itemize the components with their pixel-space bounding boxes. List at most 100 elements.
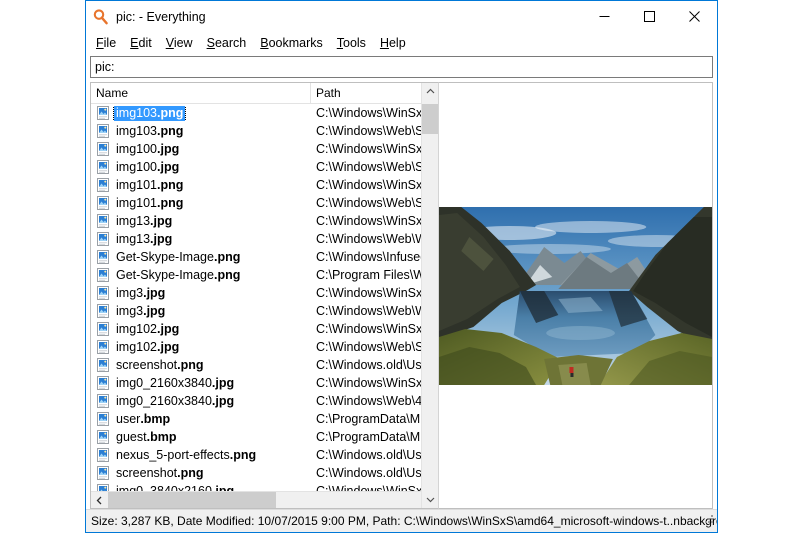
resize-grip-icon[interactable] bbox=[703, 511, 714, 529]
file-name-label: screenshot.png bbox=[114, 466, 206, 481]
search-input[interactable] bbox=[90, 56, 713, 78]
results-list[interactable]: img103.pngC:\Windows\WinSxS\aimg103.pngC… bbox=[91, 104, 438, 491]
image-file-icon bbox=[96, 232, 110, 246]
vertical-scroll-thumb[interactable] bbox=[422, 104, 438, 134]
row-name-cell[interactable]: img101.png bbox=[91, 196, 311, 211]
row-path-cell: C:\Windows\WinSxS\a bbox=[311, 322, 438, 336]
image-file-icon bbox=[96, 394, 110, 408]
table-row[interactable]: img103.pngC:\Windows\WinSxS\a bbox=[91, 104, 438, 122]
close-icon[interactable] bbox=[672, 1, 717, 32]
table-row[interactable]: img102.jpgC:\Windows\WinSxS\a bbox=[91, 320, 438, 338]
row-name-cell[interactable]: nexus_5-port-effects.png bbox=[91, 448, 311, 463]
table-row[interactable]: img0_3840x2160.jpgC:\Windows\WinSxS\a bbox=[91, 482, 438, 491]
row-path-cell: C:\Windows\Web\4K\ bbox=[311, 394, 438, 408]
table-row[interactable]: img3.jpgC:\Windows\Web\Wall bbox=[91, 302, 438, 320]
table-row[interactable]: nexus_5-port-effects.pngC:\Windows.old\U… bbox=[91, 446, 438, 464]
results-pane: Name Path img103.pngC:\Windows\WinSxS\ai… bbox=[90, 82, 438, 509]
column-header-path[interactable]: Path bbox=[311, 83, 438, 103]
file-name-label: img103.png bbox=[114, 106, 185, 121]
scroll-down-icon[interactable] bbox=[422, 491, 438, 508]
row-name-cell[interactable]: img0_2160x3840.jpg bbox=[91, 394, 311, 409]
row-name-cell[interactable]: user.bmp bbox=[91, 412, 311, 427]
file-name-label: img0_3840x2160.jpg bbox=[114, 484, 236, 492]
row-name-cell[interactable]: guest.bmp bbox=[91, 430, 311, 445]
row-path-cell: C:\Windows\Web\Scre bbox=[311, 340, 438, 354]
column-header-name[interactable]: Name bbox=[91, 83, 311, 103]
table-row[interactable]: img102.jpgC:\Windows\Web\Scre bbox=[91, 338, 438, 356]
image-file-icon bbox=[96, 160, 110, 174]
file-name-label: nexus_5-port-effects.png bbox=[114, 448, 258, 463]
title-bar: pic: - Everything bbox=[86, 1, 717, 32]
file-name-label: img103.png bbox=[114, 124, 185, 139]
table-row[interactable]: screenshot.pngC:\Windows.old\Users bbox=[91, 356, 438, 374]
row-name-cell[interactable]: img102.jpg bbox=[91, 340, 311, 355]
row-path-cell: C:\Windows\WinSxS\a bbox=[311, 142, 438, 156]
row-name-cell[interactable]: screenshot.png bbox=[91, 358, 311, 373]
row-name-cell[interactable]: img102.jpg bbox=[91, 322, 311, 337]
table-row[interactable]: img103.pngC:\Windows\Web\Scre bbox=[91, 122, 438, 140]
row-path-cell: C:\Windows\WinSxS\a bbox=[311, 178, 438, 192]
row-path-cell: C:\Windows\WinSxS\a bbox=[311, 376, 438, 390]
image-file-icon bbox=[96, 430, 110, 444]
horizontal-scroll-track[interactable] bbox=[108, 492, 421, 508]
preview-pane bbox=[438, 82, 713, 509]
scroll-left-icon[interactable] bbox=[91, 492, 108, 508]
menu-item-file[interactable]: File bbox=[89, 34, 123, 52]
menu-item-help[interactable]: Help bbox=[373, 34, 413, 52]
row-name-cell[interactable]: img100.jpg bbox=[91, 160, 311, 175]
table-row[interactable]: screenshot.pngC:\Windows.old\Users bbox=[91, 464, 438, 482]
row-path-cell: C:\Windows\Web\Wall bbox=[311, 304, 438, 318]
file-name-label: img101.png bbox=[114, 178, 185, 193]
menu-item-search[interactable]: Search bbox=[200, 34, 254, 52]
menu-item-tools[interactable]: Tools bbox=[330, 34, 373, 52]
row-name-cell[interactable]: img103.png bbox=[91, 106, 311, 121]
row-name-cell[interactable]: Get-Skype-Image.png bbox=[91, 250, 311, 265]
menu-mnemonic: E bbox=[130, 36, 138, 50]
row-name-cell[interactable]: img103.png bbox=[91, 124, 311, 139]
horizontal-scrollbar[interactable] bbox=[91, 491, 438, 508]
table-row[interactable]: img13.jpg C:\Windows\WinSxS\a bbox=[91, 212, 438, 230]
menu-item-view[interactable]: View bbox=[159, 34, 200, 52]
table-row[interactable]: img13.jpgC:\Windows\Web\Wall bbox=[91, 230, 438, 248]
search-bar bbox=[86, 53, 717, 82]
vertical-scroll-track[interactable] bbox=[422, 100, 438, 491]
table-row[interactable]: img101.png C:\Windows\WinSxS\a bbox=[91, 176, 438, 194]
row-name-cell[interactable]: img3.jpg bbox=[91, 304, 311, 319]
image-file-icon bbox=[96, 250, 110, 264]
row-name-cell[interactable]: img13.jpg bbox=[91, 214, 311, 229]
horizontal-scroll-thumb[interactable] bbox=[108, 492, 276, 508]
row-name-cell[interactable]: img13.jpg bbox=[91, 232, 311, 247]
table-row[interactable]: Get-Skype-Image.pngC:\Program Files\Wind bbox=[91, 266, 438, 284]
maximize-icon[interactable] bbox=[627, 1, 672, 32]
menu-item-bookmarks[interactable]: Bookmarks bbox=[253, 34, 330, 52]
row-path-cell: C:\Windows\Web\Scre bbox=[311, 196, 438, 210]
row-name-cell[interactable]: img0_2160x3840.jpg bbox=[91, 376, 311, 391]
file-name-label: img100.jpg bbox=[114, 160, 181, 175]
row-name-cell[interactable]: Get-Skype-Image.png bbox=[91, 268, 311, 283]
table-row[interactable]: Get-Skype-Image.pngC:\Windows\InfusedAp bbox=[91, 248, 438, 266]
row-name-cell[interactable]: screenshot.png bbox=[91, 466, 311, 481]
row-name-cell[interactable]: img0_3840x2160.jpg bbox=[91, 484, 311, 492]
table-row[interactable]: user.bmpC:\ProgramData\Micro bbox=[91, 410, 438, 428]
table-row[interactable]: img0_2160x3840.jpg C:\Windows\Web\4K\ bbox=[91, 392, 438, 410]
file-name-label: screenshot.png bbox=[114, 358, 206, 373]
table-row[interactable]: img100.jpgC:\Windows\Web\Scre bbox=[91, 158, 438, 176]
minimize-icon[interactable] bbox=[582, 1, 627, 32]
table-row[interactable]: img3.jpgC:\Windows\WinSxS\a bbox=[91, 284, 438, 302]
file-name-label: img13.jpg bbox=[114, 214, 174, 229]
table-row[interactable]: guest.bmpC:\ProgramData\Micro bbox=[91, 428, 438, 446]
file-name-label: img3.jpg bbox=[114, 286, 167, 301]
table-row[interactable]: img100.jpgC:\Windows\WinSxS\a bbox=[91, 140, 438, 158]
menu-mnemonic: T bbox=[337, 36, 343, 50]
file-name-label: img101.png bbox=[114, 196, 185, 211]
row-path-cell: C:\Windows\WinSxS\a bbox=[311, 214, 438, 228]
file-name-label: img0_2160x3840.jpg bbox=[114, 394, 236, 409]
row-name-cell[interactable]: img101.png bbox=[91, 178, 311, 193]
table-row[interactable]: img101.png C:\Windows\Web\Scre bbox=[91, 194, 438, 212]
table-row[interactable]: img0_2160x3840.jpgC:\Windows\WinSxS\a bbox=[91, 374, 438, 392]
menu-item-edit[interactable]: Edit bbox=[123, 34, 159, 52]
vertical-scrollbar[interactable] bbox=[421, 83, 438, 508]
scroll-up-icon[interactable] bbox=[422, 83, 438, 100]
row-name-cell[interactable]: img100.jpg bbox=[91, 142, 311, 157]
row-name-cell[interactable]: img3.jpg bbox=[91, 286, 311, 301]
